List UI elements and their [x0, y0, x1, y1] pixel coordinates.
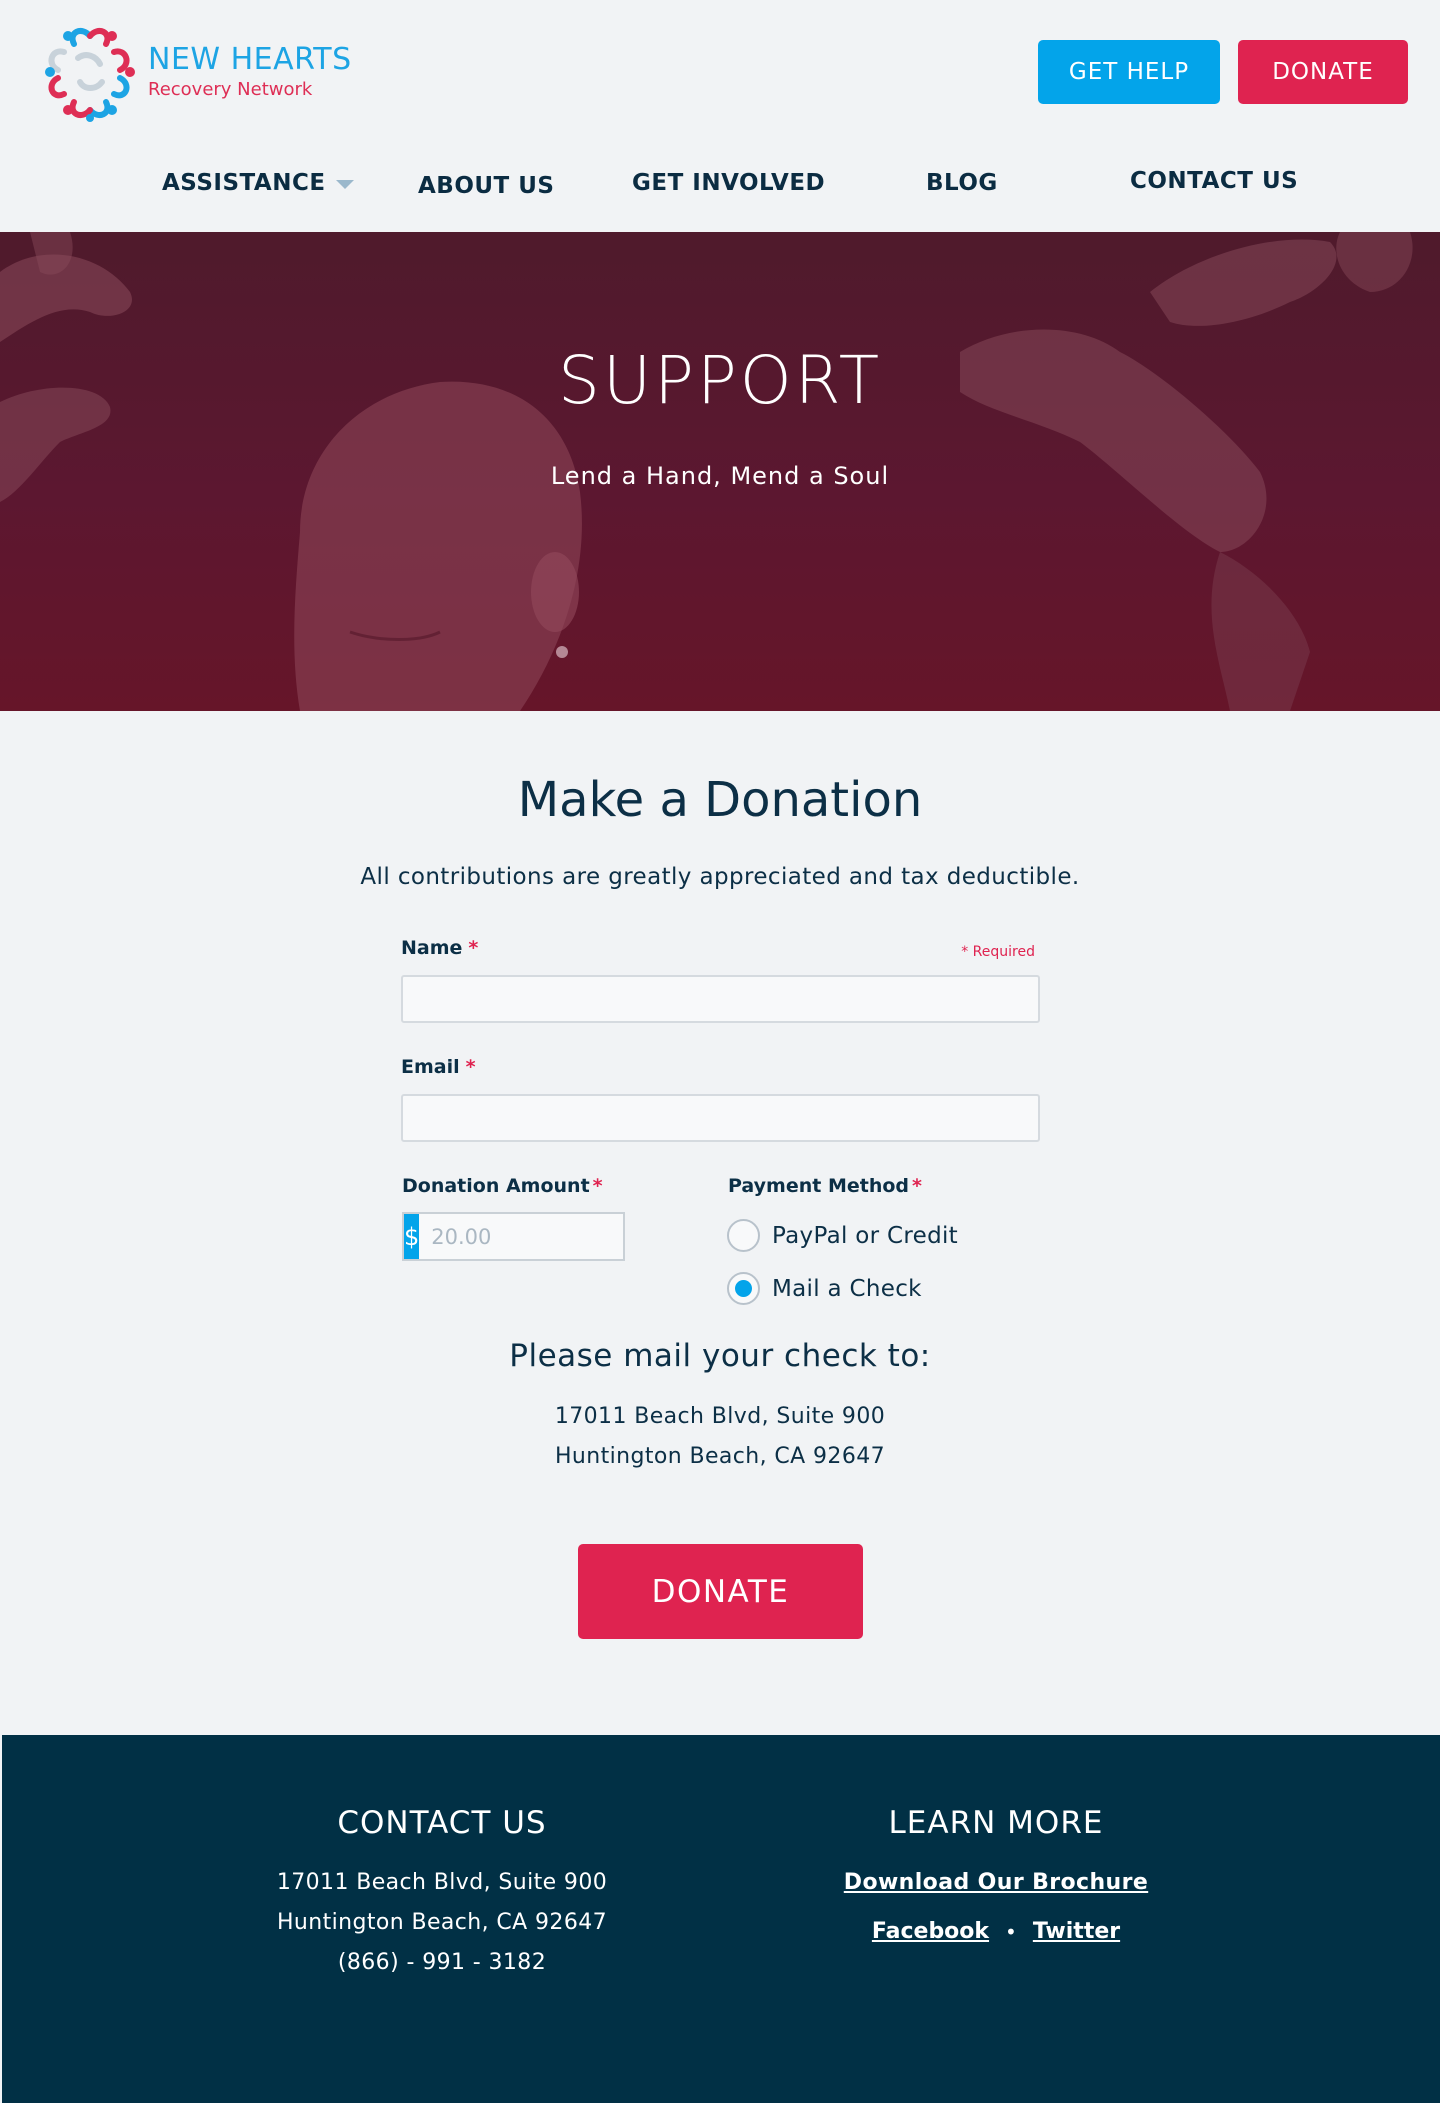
donate-submit-button[interactable]: DONATE	[578, 1544, 863, 1639]
nav-item-assistance[interactable]: ASSISTANCE	[162, 170, 354, 196]
hero-subtitle: Lend a Hand, Mend a Soul	[550, 462, 890, 490]
chevron-down-icon	[335, 179, 354, 189]
footer-brochure-row: Download Our Brochure	[736, 1870, 1256, 1895]
radio-button[interactable]	[727, 1219, 760, 1252]
nav-item-label: ASSISTANCE	[162, 170, 326, 196]
footer-address-line2: Huntington Beach, CA 92647	[276, 1910, 608, 1935]
required-note: * Required	[961, 944, 1035, 960]
email-label: Email *	[401, 1056, 476, 1078]
hero-banner: SUPPORT Lend a Hand, Mend a Soul	[0, 232, 1440, 711]
nav-item-get-involved[interactable]: GET INVOLVED	[632, 170, 825, 196]
footer-contact-heading: CONTACT US	[337, 1805, 547, 1841]
site-footer: CONTACT US 17011 Beach Blvd, Suite 900 H…	[2, 1735, 1440, 2103]
brand-name: NEW HEARTS	[148, 42, 352, 77]
donation-amount-label: Donation Amount *	[402, 1175, 603, 1197]
nav-item-about-us[interactable]: ABOUT US	[418, 173, 555, 199]
hero-title: SUPPORT	[557, 342, 883, 419]
payment-method-label-text: Payment Method	[728, 1175, 910, 1197]
dollar-prefix: $	[404, 1214, 420, 1259]
mail-address-line1: 17011 Beach Blvd, Suite 900	[554, 1404, 886, 1429]
payment-option-check[interactable]: Mail a Check	[727, 1272, 922, 1305]
donation-amount-label-text: Donation Amount	[402, 1175, 590, 1197]
donate-header-button[interactable]: DONATE	[1238, 40, 1408, 104]
nav-item-label: ABOUT US	[418, 173, 555, 199]
email-label-text: Email	[401, 1056, 460, 1078]
get-help-button[interactable]: GET HELP	[1038, 40, 1220, 104]
required-star: *	[592, 1175, 603, 1197]
payment-method-label: Payment Method *	[728, 1175, 922, 1197]
mail-address-line2: Huntington Beach, CA 92647	[554, 1444, 886, 1469]
radio-button-selected[interactable]	[727, 1272, 760, 1305]
site-header: NEW HEARTS Recovery Network GET HELP DON…	[0, 0, 1440, 232]
separator-dot: •	[1005, 1919, 1017, 1944]
nav-item-label: GET INVOLVED	[632, 170, 826, 196]
name-label-text: Name	[401, 937, 463, 959]
brochure-link[interactable]: Download Our Brochure	[844, 1870, 1148, 1895]
donation-amount-field: $	[402, 1212, 700, 1261]
payment-option-label: Mail a Check	[772, 1275, 922, 1302]
required-star: *	[465, 1056, 476, 1078]
email-input[interactable]	[401, 1094, 1040, 1142]
footer-address-line1: 17011 Beach Blvd, Suite 900	[276, 1870, 608, 1895]
brand-logo[interactable]: NEW HEARTS Recovery Network	[42, 22, 352, 122]
form-intro: All contributions are greatly appreciate…	[360, 864, 1080, 890]
nav-item-label: BLOG	[926, 170, 998, 196]
required-star: *	[468, 937, 479, 959]
brand-tagline: Recovery Network	[148, 79, 313, 100]
mail-check-heading: Please mail your check to:	[509, 1338, 931, 1374]
footer-phone: (866) - 991 - 3182	[337, 1950, 547, 1975]
required-star: *	[912, 1175, 922, 1197]
hearts-logo-icon	[45, 27, 135, 122]
donation-amount-input[interactable]	[419, 1214, 700, 1259]
facebook-link[interactable]: Facebook	[872, 1919, 989, 1944]
logo-text: NEW HEARTS Recovery Network	[148, 43, 352, 101]
nav-item-label: CONTACT US	[1130, 168, 1299, 194]
payment-option-paypal[interactable]: PayPal or Credit	[727, 1219, 958, 1252]
name-input[interactable]	[401, 975, 1040, 1023]
form-title: Make a Donation	[517, 772, 923, 828]
footer-social-links: Facebook • Twitter	[736, 1919, 1256, 1944]
nav-item-blog[interactable]: BLOG	[926, 170, 998, 196]
payment-option-label: PayPal or Credit	[772, 1222, 958, 1249]
footer-learn-heading: LEARN MORE	[888, 1805, 1104, 1841]
nav-item-contact-us[interactable]: CONTACT US	[1130, 168, 1298, 194]
twitter-link[interactable]: Twitter	[1033, 1919, 1120, 1944]
name-label: Name *	[401, 937, 478, 959]
